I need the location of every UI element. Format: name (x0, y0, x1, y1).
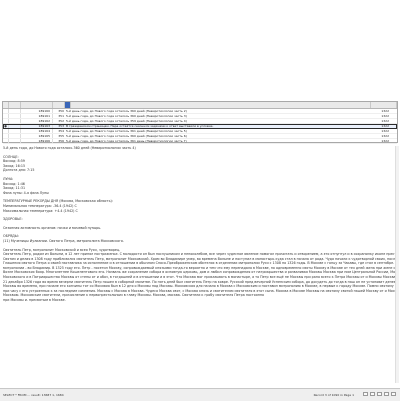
row-cell-blank (9, 114, 21, 118)
row-cell-text: 5-й день года, до Нового года осталось 3… (66, 119, 187, 123)
records-grid[interactable]: 189160 350 5-й день года, до Нового года о… (2, 101, 398, 144)
row-cell-n: 354 (58, 129, 64, 133)
text-line: Московского и в Патриаршество Москвы от … (3, 275, 397, 280)
first-record-icon[interactable] (363, 392, 368, 396)
row-cell-n: 355 (58, 134, 64, 138)
row-cell-num: 1322 (381, 134, 389, 138)
row-cell-n: 350 (58, 109, 64, 113)
row-cell-num: 1322 (381, 114, 389, 118)
row-cell-id: 189165 (21, 134, 53, 138)
row-cell-id: 189163 (21, 124, 53, 128)
row-cell-id: 189166 (21, 139, 53, 143)
row-cell-blank (9, 134, 21, 138)
row-cell-n: 352 (58, 119, 64, 123)
row-cell-text: 5-й день года, до Нового года осталось 3… (66, 134, 187, 138)
row-cell-blank (9, 139, 21, 143)
previous-record-icon[interactable] (370, 392, 375, 396)
status-query: SELECT * FROM ... result: 13687 1, 1684 (3, 393, 64, 397)
empty-toolbar-area (0, 0, 400, 100)
row-cell-blank (9, 109, 21, 113)
grid-body: 189160 350 5-й день года, до Нового года о… (3, 109, 397, 144)
grid-header (3, 102, 397, 109)
row-cell-text: В гражданском страницам. Пара остаётся с… (66, 124, 214, 128)
row-cell-id: 189160 (21, 109, 53, 113)
row-cell-num: 1322 (381, 119, 389, 123)
row-cell-id: 189161 (21, 114, 53, 118)
last-record-icon[interactable] (384, 392, 389, 396)
row-cell-text: 5-й день года, до Нового года осталось 3… (66, 109, 187, 113)
row-cell-num: 1322 (381, 129, 389, 133)
header-col-1[interactable] (9, 102, 21, 108)
row-cell-text: 5-й день года, до Нового года осталось 3… (66, 139, 187, 143)
row-cell-id: 189164 (21, 129, 53, 133)
row-cell-num: 1322 (381, 139, 389, 143)
refresh-icon[interactable] (391, 392, 396, 396)
status-bar: SELECT * FROM ... result: 13687 1, 1684 … (0, 388, 400, 401)
row-cell-num: 1322 (381, 109, 389, 113)
row-cell-blank (9, 119, 21, 123)
next-record-icon[interactable] (377, 392, 382, 396)
status-record: Record 3 of 1090 in Page 1 (313, 393, 354, 397)
row-cell-blank (9, 129, 21, 133)
row-cell-num: 1322 (381, 124, 389, 128)
header-col-id[interactable] (21, 102, 53, 108)
row-cell-n: 356 (58, 139, 64, 143)
record-text-view[interactable]: 5-й день года, до Нового года осталось 3… (3, 146, 397, 383)
row-cell-text: 5-й день года, до Нового года осталось 3… (66, 129, 187, 133)
row-cell-n: 353 (58, 124, 64, 128)
row-cell-id: 189162 (21, 119, 53, 123)
record-text-lines: 5-й день года, до Нового года осталось 3… (3, 146, 397, 303)
row-cell-n: 351 (58, 114, 64, 118)
header-col-num[interactable] (371, 102, 397, 108)
table-row[interactable]: 189166 356 5-й день года, до Нового года о… (3, 139, 397, 144)
row-cell-text: 5-й день года, до Нового года осталось 3… (66, 114, 187, 118)
text-line: при Москвы и. пресвятым в Москве. (3, 298, 66, 303)
text-line: Святитель Петр, родом из Волыни, в 12 ле… (3, 252, 397, 257)
header-col-text[interactable] (71, 102, 371, 108)
text-scrollbar[interactable] (395, 146, 399, 383)
header-col-n[interactable] (53, 102, 65, 108)
row-cell-blank (9, 124, 21, 128)
